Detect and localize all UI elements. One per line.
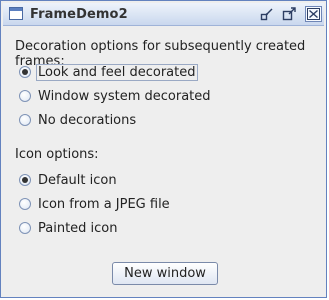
radio-painted-icon[interactable]: Painted icon <box>19 219 120 237</box>
radio-label: Window system decorated <box>38 88 211 104</box>
radio-button-selected[interactable] <box>19 66 31 78</box>
radio-window-system-decorated[interactable]: Window system decorated <box>19 87 213 105</box>
radio-button[interactable] <box>19 90 31 102</box>
window-icon <box>9 7 23 20</box>
radio-button[interactable] <box>19 222 31 234</box>
radio-icon-from-jpeg[interactable]: Icon from a JPEG file <box>19 195 172 213</box>
icon-options-heading: Icon options: <box>15 147 99 162</box>
radio-button-selected[interactable] <box>19 174 31 186</box>
radio-button[interactable] <box>19 114 31 126</box>
new-window-button[interactable]: New window <box>112 262 218 285</box>
window-title: FrameDemo2 <box>30 7 128 22</box>
radio-look-and-feel-decorated[interactable]: Look and feel decorated <box>19 63 198 81</box>
radio-label: Icon from a JPEG file <box>38 196 170 212</box>
radio-label: Look and feel decorated <box>36 63 198 81</box>
radio-label: Default icon <box>38 172 117 188</box>
restore-icon[interactable] <box>259 6 276 22</box>
radio-button[interactable] <box>19 198 31 210</box>
radio-no-decorations[interactable]: No decorations <box>19 111 138 129</box>
radio-default-icon[interactable]: Default icon <box>19 171 119 189</box>
framedemo2-window: FrameDemo2 Decoration options for subseq <box>0 0 327 298</box>
radio-label: Painted icon <box>38 220 118 236</box>
title-bar[interactable]: FrameDemo2 <box>3 3 324 26</box>
maximize-icon[interactable] <box>281 6 298 22</box>
radio-label: No decorations <box>38 112 137 128</box>
close-icon[interactable] <box>305 6 322 22</box>
